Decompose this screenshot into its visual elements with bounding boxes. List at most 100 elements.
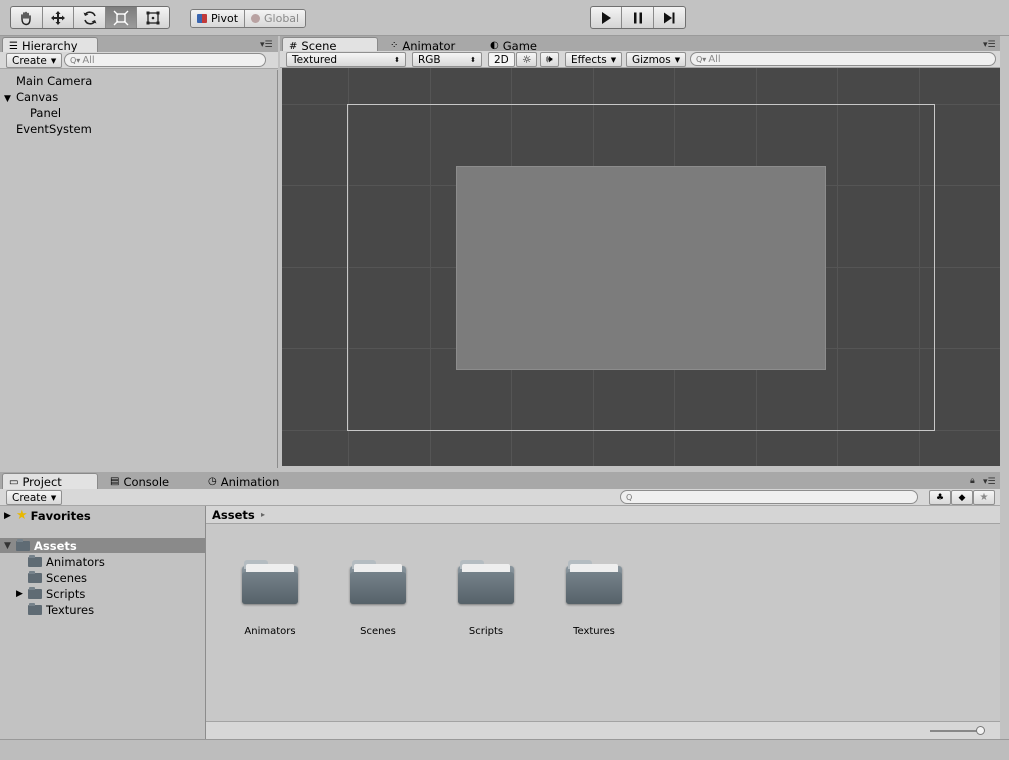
expand-down-icon[interactable]: ▼ [4,541,16,551]
scale-tool-button[interactable] [105,7,138,28]
render-mode-dropdown[interactable]: Textured ⬍ [286,52,406,67]
hierarchy-search-input[interactable]: Q▾ All [64,53,266,67]
effects-dropdown[interactable]: Effects ▼ [565,52,623,67]
lighting-toggle-button[interactable]: ☼ [516,52,538,67]
rotate-tool-button[interactable] [74,7,106,28]
folder-icon [242,560,298,604]
expand-right-icon[interactable]: ▶ [4,511,16,521]
search-by-type-button[interactable]: ♣ [929,490,951,505]
transform-tools [10,6,170,29]
asset-folder-scenes[interactable]: Scenes [338,560,418,637]
playback-controls [590,6,686,29]
tree-item-scripts[interactable]: ▶ Scripts [16,586,85,601]
breadcrumb-assets[interactable]: Assets [212,508,255,522]
expand-down-icon[interactable]: ▼ [4,94,16,104]
tab-animation[interactable]: ◷ Animation [202,473,285,490]
gizmos-label: Gizmos [632,53,671,66]
play-button[interactable] [591,7,623,28]
scene-search-placeholder: All [708,53,721,65]
hand-icon [21,11,31,25]
asset-size-bar [206,721,1000,739]
search-icon: Q [626,492,633,502]
2d-label: 2D [494,53,509,66]
scale-icon [113,10,129,25]
move-tool-button[interactable] [43,7,75,28]
shapes-icon: ♣ [935,492,945,503]
console-icon: ▤ [110,476,120,487]
folder-icon [566,560,622,604]
scene-viewport[interactable] [282,68,1000,466]
hand-tool-button[interactable] [11,7,43,28]
folder-icon: ▭ [9,476,19,488]
hierarchy-item-label: Panel [30,106,62,120]
main-toolbar: Pivot Global [0,0,1009,36]
step-button[interactable] [654,7,685,28]
project-tabbar: ▭ Project ▤ Console ◷ Animation 🔒︎ ▾☰ [0,472,1000,490]
project-create-button[interactable]: Create ▼ [6,490,63,505]
hierarchy-item-eventsystem[interactable]: EventSystem [16,122,92,136]
pause-button[interactable] [622,7,654,28]
tree-item-scenes[interactable]: Scenes [28,570,87,585]
animator-icon: ⁘ [390,40,399,51]
favorites-label: Favorites [30,508,91,523]
folder-icon [28,554,42,567]
search-by-label-button[interactable]: ◆ [951,490,973,505]
tab-project-label: Project [22,475,62,489]
render-mode-value: Textured [292,53,338,66]
search-icon: Q▾ [70,55,81,65]
tab-project[interactable]: ▭ Project [2,473,98,490]
hierarchy-create-button[interactable]: Create ▼ [6,53,63,68]
tree-item-assets[interactable]: ▼ Assets [0,538,205,553]
star-icon: ★ [16,508,28,523]
icon-size-slider-track[interactable] [930,730,982,732]
game-icon: ◐ [490,40,499,51]
dropdown-arrow-icon: ▼ [50,493,57,502]
breadcrumb: Assets ▸ [206,506,1000,524]
asset-folder-textures[interactable]: Textures [554,560,634,637]
dropdown-arrow-icon: ▼ [50,56,57,65]
pivot-button[interactable]: Pivot [191,10,246,27]
breadcrumb-arrow-icon: ▸ [261,510,266,519]
folder-icon [16,538,30,551]
scene-search-input[interactable]: Q▾ All [690,52,996,66]
favorites-star-button[interactable]: ★ [973,490,995,505]
tag-icon: ◆ [958,492,966,503]
project-toolbar: Create ▼ Q ♣ ◆ ★ [0,489,1000,506]
hierarchy-item-canvas[interactable]: ▼ Canvas [4,90,58,104]
pause-icon [633,12,642,23]
pivot-icon [197,14,207,23]
color-mode-dropdown[interactable]: RGB ⬍ [412,52,482,67]
lock-icon[interactable]: 🔒︎ [970,476,975,486]
global-button[interactable]: Global [245,10,306,27]
color-mode-value: RGB [418,53,441,66]
tree-item-animators[interactable]: Animators [28,554,105,569]
panel-menu-icon[interactable]: ▾☰ [983,40,996,50]
folder-icon [350,560,406,604]
audio-toggle-button[interactable]: 🕪 [540,52,559,67]
hierarchy-item-panel[interactable]: Panel [30,106,61,120]
panel-menu-icon[interactable]: ▾☰ [260,40,273,50]
asset-folder-scripts[interactable]: Scripts [446,560,526,637]
assets-grid: Animators Scenes Scripts Textures [206,524,1000,721]
status-bar [0,739,1009,760]
tree-item-textures[interactable]: Textures [28,602,94,617]
2d-toggle-button[interactable]: 2D [488,52,515,67]
icon-size-slider-thumb[interactable] [976,726,985,735]
scene-toolbar: Textured ⬍ RGB ⬍ 2D ☼ 🕪 Effects ▼ Gizmos… [280,51,1000,68]
asset-folder-animators[interactable]: Animators [230,560,310,637]
gizmos-dropdown[interactable]: Gizmos ▼ [626,52,687,67]
tree-item-favorites[interactable]: ▶ ★ Favorites [4,508,91,523]
folder-icon [458,560,514,604]
rect-transform-icon [146,11,160,24]
project-search-input[interactable]: Q [620,490,918,504]
panel-object[interactable] [456,166,826,370]
play-icon [602,11,612,24]
grid-hash-icon: # [289,40,298,52]
expand-right-icon[interactable]: ▶ [16,589,28,599]
tab-console[interactable]: ▤ Console [104,473,175,490]
dropdown-arrow-icon: ▼ [610,55,617,64]
asset-label: Animators [244,626,296,637]
rect-tool-button[interactable] [137,7,169,28]
panel-menu-icon[interactable]: ▾☰ [983,477,996,487]
hierarchy-item-main-camera[interactable]: Main Camera [16,74,92,88]
